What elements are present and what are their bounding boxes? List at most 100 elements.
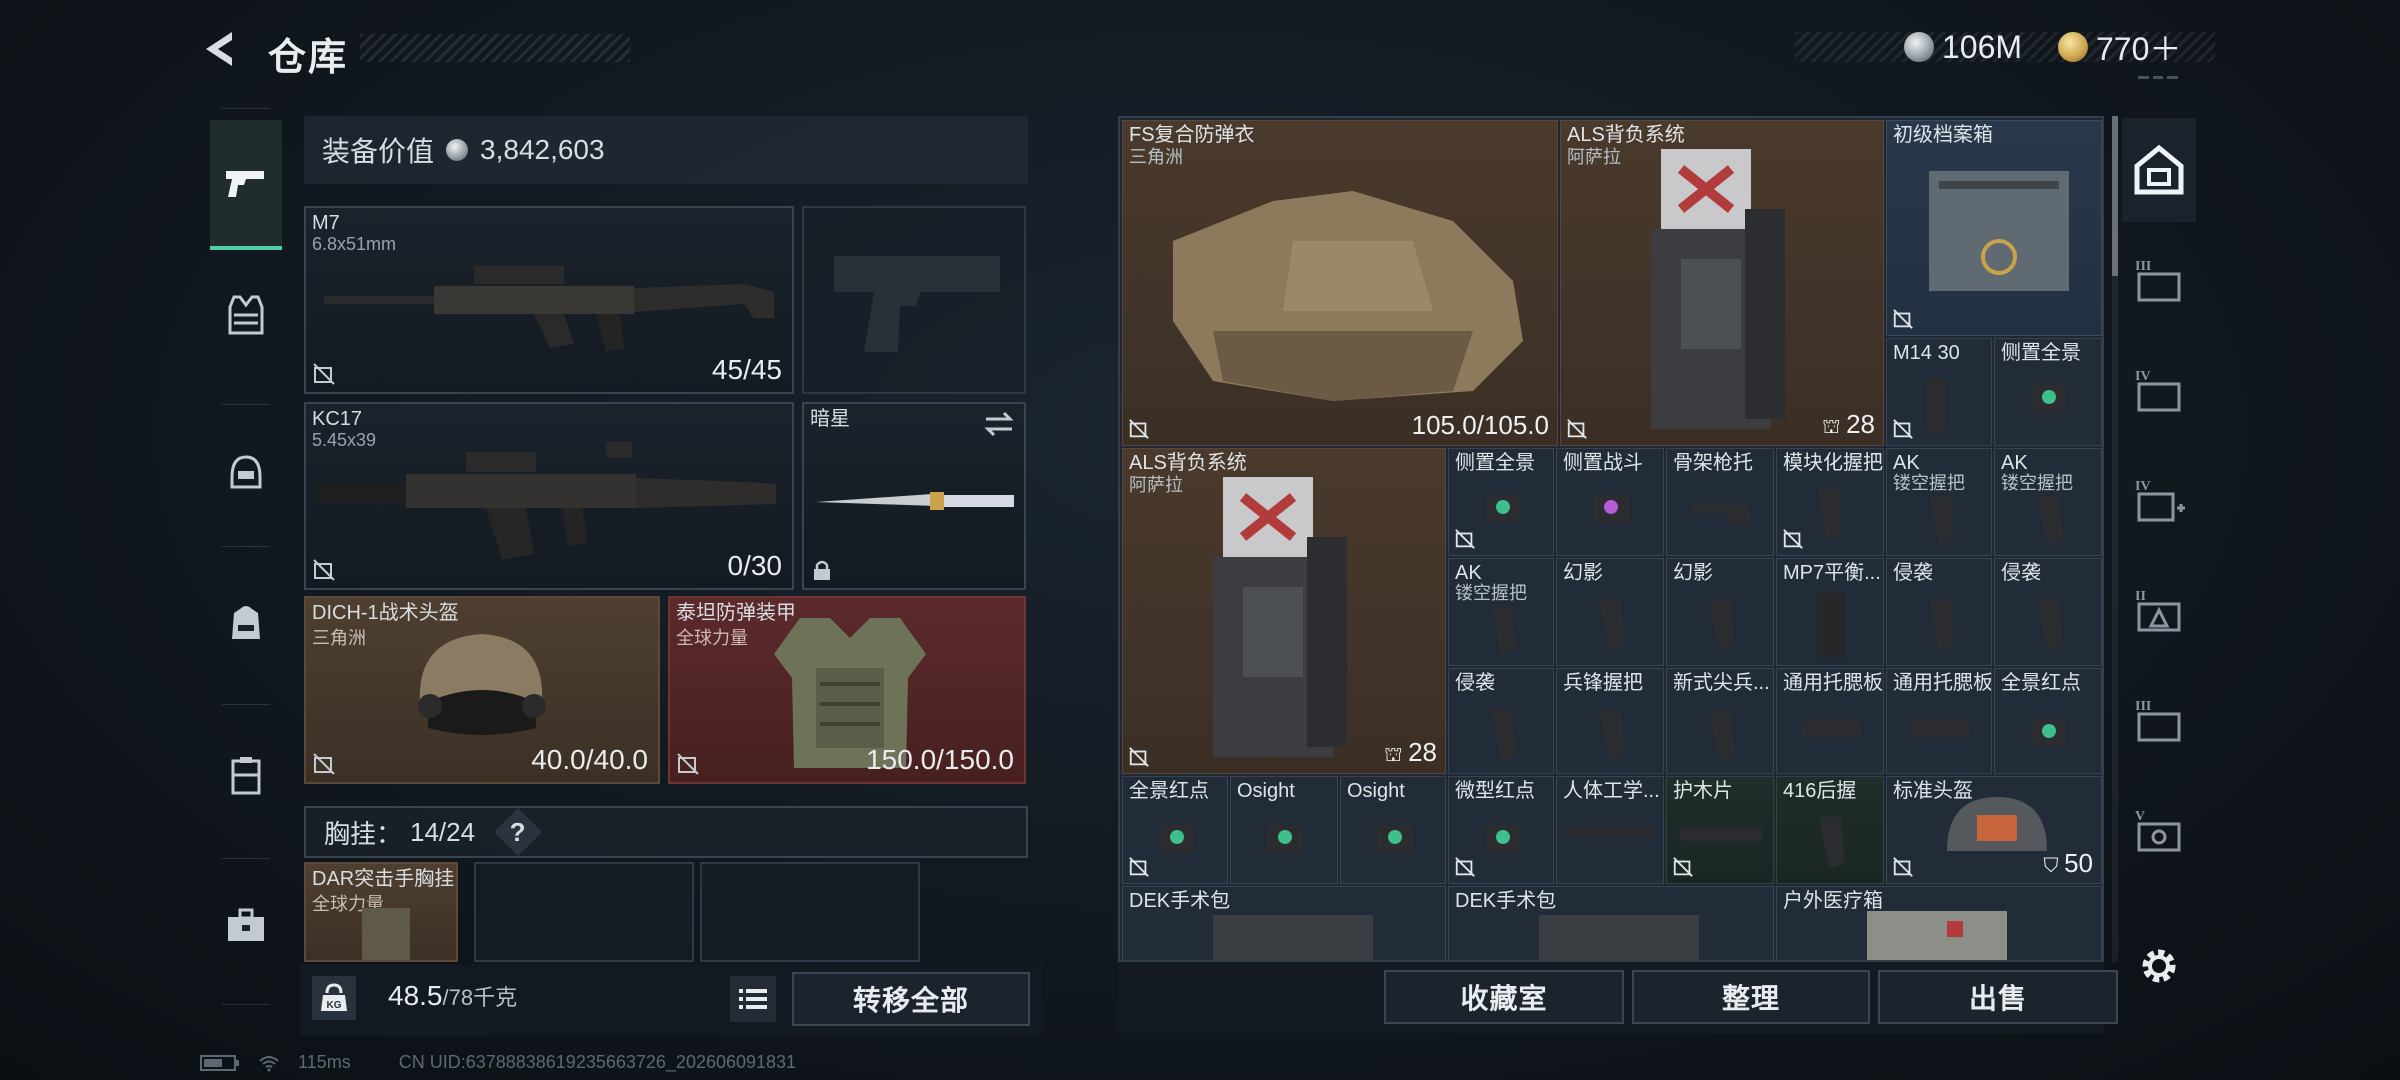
storage-item-osight-2[interactable]: Osight <box>1340 776 1446 884</box>
gold-currency[interactable]: 770＋ <box>2058 28 2181 67</box>
chest-rig-cell[interactable] <box>474 862 694 962</box>
item-capacity: ⛫ 28 <box>1384 737 1437 767</box>
chest-rig-name: DAR突击手胸挂 <box>312 868 455 890</box>
armor-durability: 150.0/150.0 <box>866 744 1014 775</box>
scope-icon <box>2031 719 2067 747</box>
storage-item-ak-grip-2[interactable]: AK 镂空握把 <box>1994 448 2102 556</box>
storage-scroll-thumb[interactable] <box>2112 116 2118 276</box>
back-button[interactable] <box>200 28 242 70</box>
chest-rig-cell[interactable] <box>700 862 920 962</box>
storage-tier-4-plus-icon: IV <box>2135 479 2185 522</box>
backpack-item-icon <box>1651 149 1785 429</box>
page-title: 仓库 <box>268 37 349 79</box>
help-icon[interactable]: ? <box>494 807 543 857</box>
sidebar-item-vest[interactable] <box>210 260 282 370</box>
chest-rig-item-icon <box>362 908 410 960</box>
melee-slot[interactable]: 暗星 <box>802 402 1026 590</box>
storage-item-cheek-2[interactable]: 通用托腮板 <box>1886 668 1992 774</box>
transfer-all-button[interactable]: 转移全部 <box>792 972 1030 1026</box>
storage-item-vanguard-grip[interactable]: 兵锋握把 <box>1556 668 1664 774</box>
pistol-icon <box>226 171 264 197</box>
storage-item-micro-reddot[interactable]: 微型红点 <box>1448 776 1554 884</box>
storage-item-raid-2[interactable]: 侵袭 <box>1994 558 2102 666</box>
sidebar-item-helmet[interactable] <box>210 418 282 528</box>
cheek-rest-icon <box>1801 721 1861 737</box>
storage-item-side-combat[interactable]: 侧置战斗 <box>1556 448 1664 556</box>
pistol-placeholder-icon <box>834 256 1000 352</box>
primary-weapon-slot[interactable]: M7 6.8x51mm 45/45 <box>304 206 794 394</box>
settings-gear-icon <box>2142 949 2176 983</box>
storage-item-fs-armor[interactable]: FS复合防弹衣 三角洲 105.0/105.0 <box>1122 120 1558 446</box>
sidebar-item-backpack[interactable] <box>210 568 282 678</box>
storage-item-als-pack-2[interactable]: ALS背负系统 阿萨拉 ⛫ 28 <box>1122 448 1446 774</box>
item-source: 阿萨拉 <box>1129 475 1183 495</box>
vault-button[interactable]: 收藏室 <box>1384 970 1624 1024</box>
swap-icon[interactable] <box>982 410 1016 438</box>
storage-item-side-scope-1[interactable]: 侧置全景 <box>1994 338 2102 446</box>
item-sub: 镂空握把 <box>1455 583 1527 603</box>
storage-item-wood-guard[interactable]: 护木片 <box>1666 776 1774 884</box>
storage-item-archive-box[interactable]: 初级档案箱 <box>1886 120 2102 336</box>
storage-item-raid-3[interactable]: 侵袭 <box>1448 668 1554 774</box>
storage-item-grip-416[interactable]: 416后握 <box>1776 776 1884 884</box>
storage-item-mp7-grip[interactable]: MP7平衡... <box>1776 558 1884 666</box>
title-decoration <box>360 34 630 62</box>
storage-item-std-helmet[interactable]: 标准头盔 ⛉ 50 <box>1886 776 2102 884</box>
backpack-item-icon <box>1213 477 1347 757</box>
settings-button[interactable] <box>2122 926 2196 1006</box>
toolbox-icon <box>228 908 264 941</box>
armor-slot[interactable]: 泰坦防弹装甲 全球力量 150.0/150.0 <box>668 596 1026 784</box>
storage-item-outdoor-med[interactable]: 户外医疗箱 <box>1776 886 2102 960</box>
storage-tab-3[interactable]: III <box>2122 228 2196 332</box>
no-insure-icon <box>1893 309 1913 329</box>
sidebar-item-case[interactable] <box>210 720 282 830</box>
storage-item-side-scope-2[interactable]: 侧置全景 <box>1448 448 1554 556</box>
list-icon <box>739 989 767 1009</box>
storage-item-raid-1[interactable]: 侵袭 <box>1886 558 1992 666</box>
organize-button[interactable]: 整理 <box>1632 970 1870 1024</box>
storage-tab-4-plus[interactable]: IV <box>2122 448 2196 552</box>
storage-item-m14-mag[interactable]: M14 30 <box>1886 338 1992 446</box>
silver-currency[interactable]: 106M <box>1904 28 2022 66</box>
storage-item-dek-2[interactable]: DEK手术包 <box>1448 886 1774 960</box>
item-name: 护木片 <box>1673 780 1733 802</box>
storage-item-reddot-2[interactable]: 全景红点 <box>1122 776 1228 884</box>
storage-item-modular-grip[interactable]: 模块化握把 <box>1776 448 1884 556</box>
item-name: 骨架枪托 <box>1673 452 1753 474</box>
chest-rig-slot[interactable]: DAR突击手胸挂 全球力量 <box>304 862 458 962</box>
svg-text:IV: IV <box>2135 369 2151 384</box>
storage-item-ak-grip-1[interactable]: AK 镂空握把 <box>1886 448 1992 556</box>
ping-value: 115ms <box>298 1052 351 1072</box>
storage-item-ergo[interactable]: 人体工学... <box>1556 776 1664 884</box>
item-name: 侧置全景 <box>2001 342 2081 364</box>
secondary-weapon-slot[interactable]: KC17 5.45x39 0/30 <box>304 402 794 590</box>
storage-item-ak-grip-3[interactable]: AK 镂空握把 <box>1448 558 1554 666</box>
pistol-slot[interactable] <box>802 206 1026 394</box>
storage-item-phantom-2[interactable]: 幻影 <box>1666 558 1774 666</box>
storage-item-reddot-1[interactable]: 全景红点 <box>1994 668 2102 774</box>
sell-button[interactable]: 出售 <box>1878 970 2118 1024</box>
silver-amount: 106M <box>1942 28 2023 65</box>
storage-item-osight-1[interactable]: Osight <box>1230 776 1338 884</box>
storage-item-dek-1[interactable]: DEK手术包 <box>1122 886 1446 960</box>
storage-tab-4[interactable]: IV <box>2122 338 2196 442</box>
lock-icon <box>814 560 830 580</box>
silver-coin-icon <box>1904 32 1934 62</box>
storage-tab-main[interactable] <box>2122 118 2196 222</box>
storage-item-phantom-1[interactable]: 幻影 <box>1556 558 1664 666</box>
storage-tab-2[interactable]: II <box>2122 558 2196 662</box>
item-sub: 镂空握把 <box>2001 473 2073 493</box>
storage-tab-3-b[interactable]: III <box>2122 668 2196 772</box>
sidebar-item-toolbox[interactable] <box>210 870 282 980</box>
no-insure-icon <box>677 753 699 775</box>
storage-item-als-pack-1[interactable]: ALS背负系统 阿萨拉 ⛫ 28 <box>1560 120 1884 446</box>
medkit-icon <box>1213 915 1373 960</box>
storage-item-new-tip[interactable]: 新式尖兵... <box>1666 668 1774 774</box>
item-name: 全景红点 <box>1129 780 1209 802</box>
storage-item-skeleton-stock[interactable]: 骨架枪托 <box>1666 448 1774 556</box>
storage-tab-5[interactable]: V <box>2122 778 2196 882</box>
helmet-slot[interactable]: DICH-1战术头盔 三角洲 40.0/40.0 <box>304 596 660 784</box>
list-view-button[interactable] <box>730 976 776 1022</box>
storage-item-cheek-1[interactable]: 通用托腮板 <box>1776 668 1884 774</box>
sidebar-item-weapons[interactable] <box>210 120 282 250</box>
